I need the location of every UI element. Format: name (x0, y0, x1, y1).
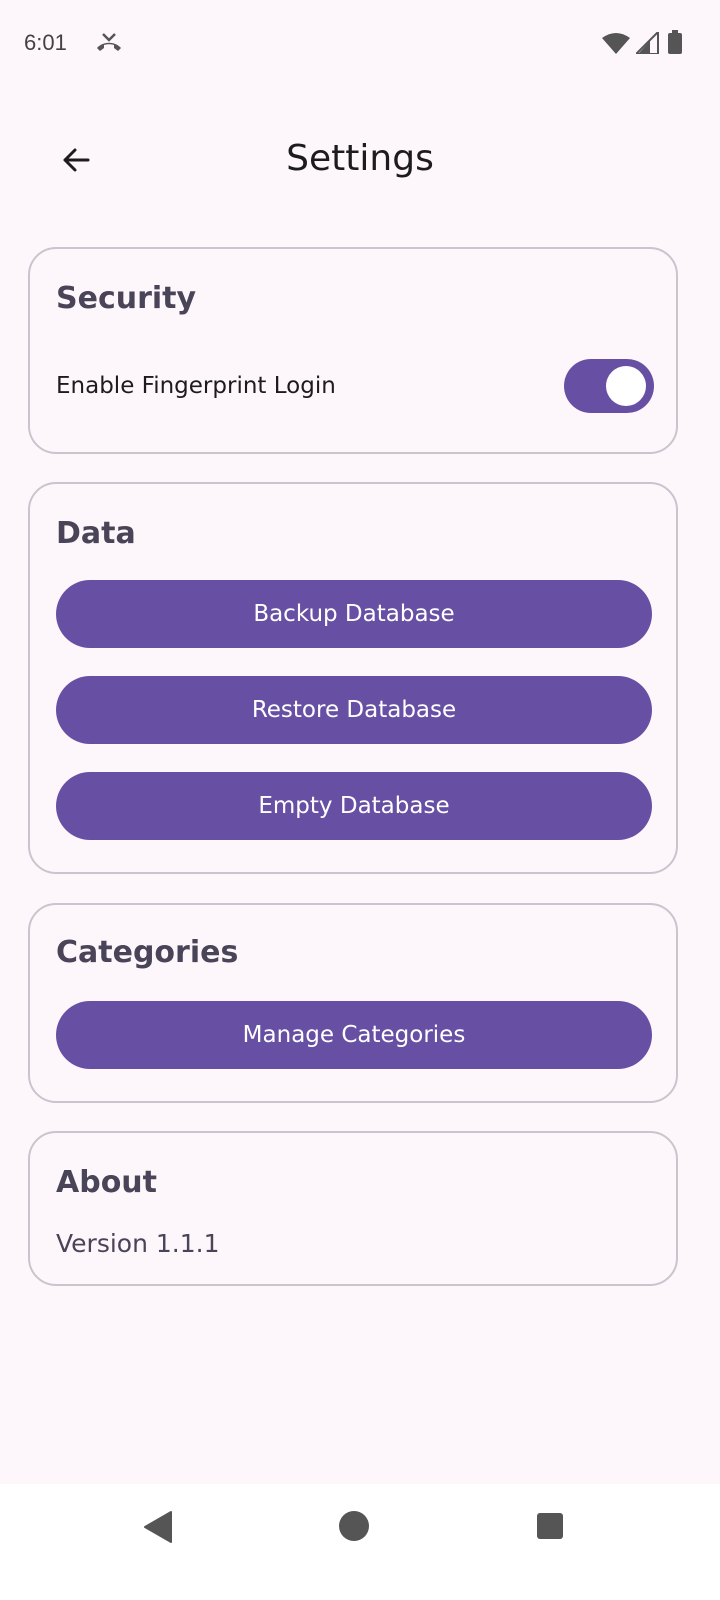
missed-call-icon (95, 32, 123, 58)
status-bar: 6:01 (0, 0, 720, 90)
battery-icon (668, 30, 682, 58)
status-time: 6:01 (24, 30, 67, 55)
signal-icon (633, 29, 660, 58)
nav-home-icon[interactable] (338, 1510, 370, 1546)
data-title: Data (56, 516, 136, 551)
security-title: Security (56, 281, 197, 316)
empty-database-button[interactable]: Empty Database (56, 772, 652, 840)
fingerprint-label: Enable Fingerprint Login (56, 373, 336, 399)
data-card: Data Backup Database Restore Database Em… (28, 482, 678, 874)
system-nav-bar (0, 1484, 720, 1600)
page-title: Settings (286, 138, 434, 179)
nav-back-icon[interactable] (143, 1510, 173, 1548)
restore-database-button[interactable]: Restore Database (56, 676, 652, 744)
top-app-bar: Settings (0, 120, 720, 200)
about-title: About (56, 1165, 158, 1200)
manage-categories-button[interactable]: Manage Categories (56, 1001, 652, 1069)
backup-database-button[interactable]: Backup Database (56, 580, 652, 648)
about-card: About Version 1.1.1 (28, 1131, 678, 1286)
fingerprint-toggle[interactable] (564, 359, 654, 413)
nav-recents-icon[interactable] (536, 1512, 564, 1544)
wifi-icon (602, 32, 630, 58)
categories-title: Categories (56, 935, 239, 970)
categories-card: Categories Manage Categories (28, 903, 678, 1103)
security-card: Security Enable Fingerprint Login (28, 247, 678, 454)
toggle-knob (606, 366, 646, 406)
version-text: Version 1.1.1 (56, 1229, 220, 1258)
